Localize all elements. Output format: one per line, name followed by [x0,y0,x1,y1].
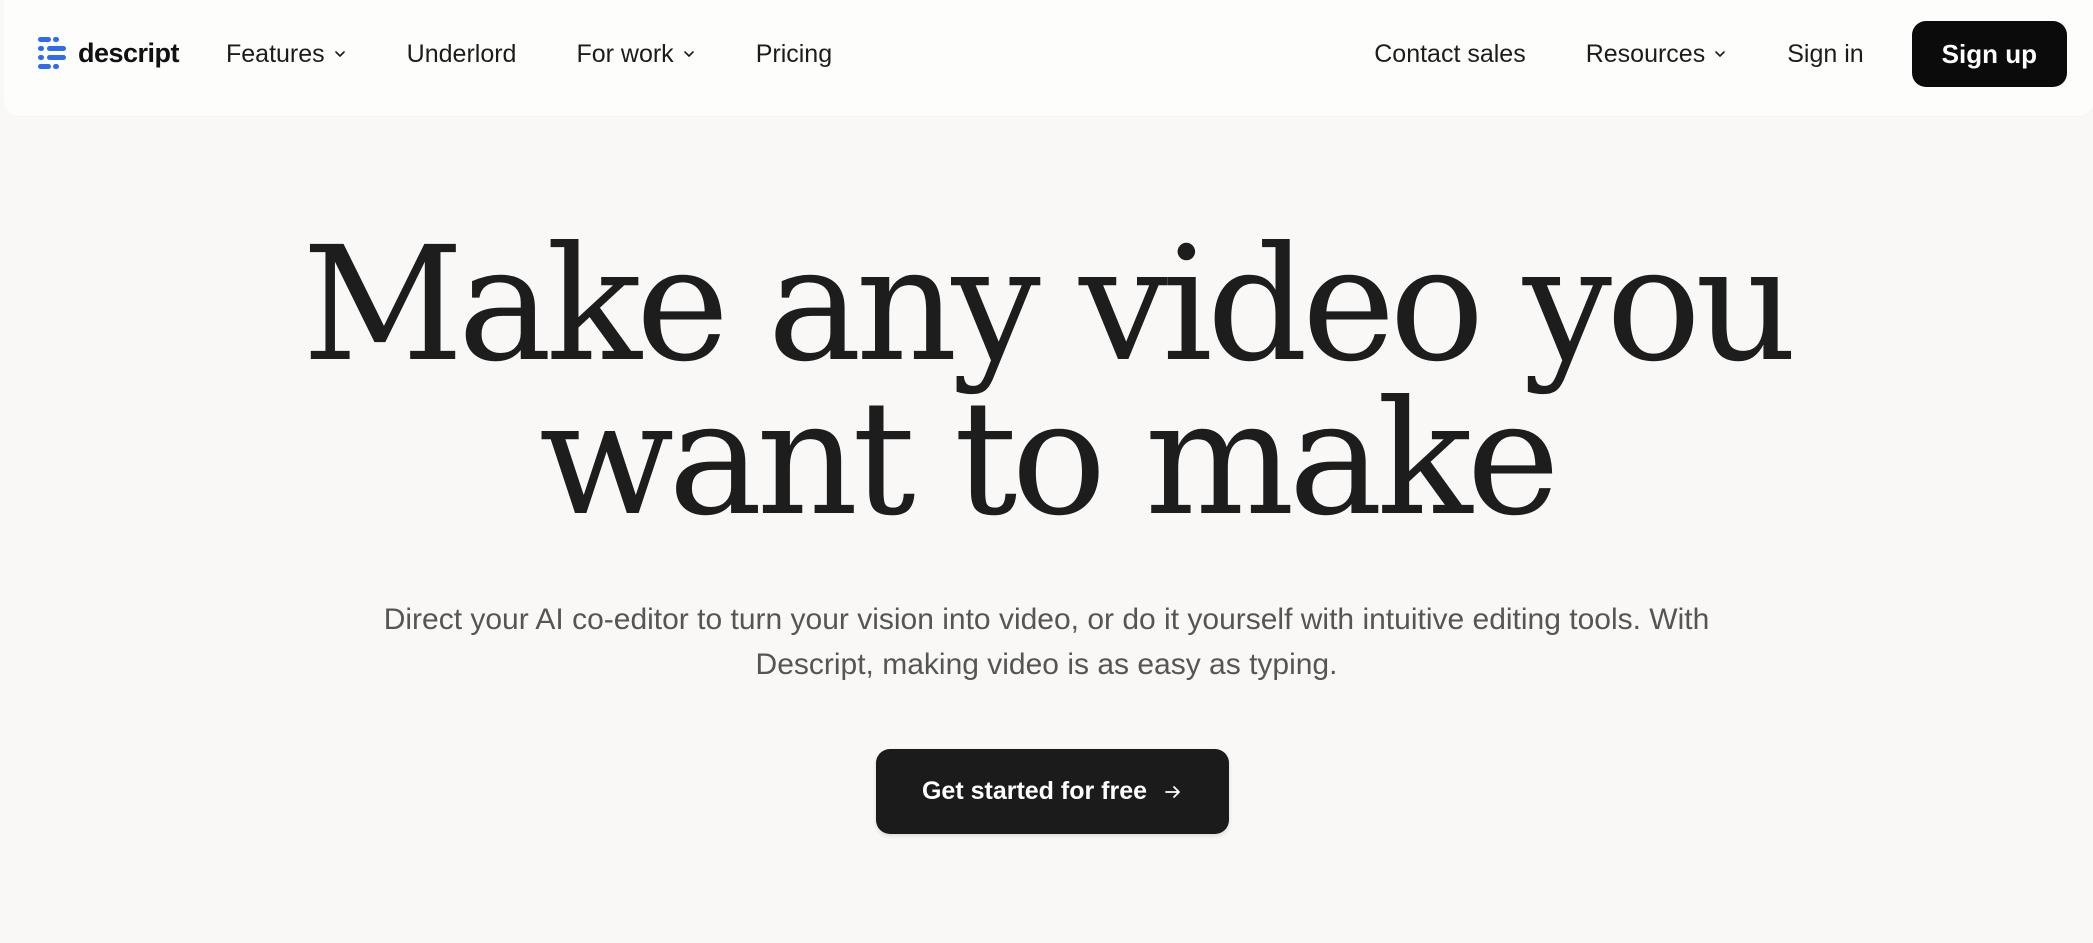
chevron-down-icon [334,51,345,57]
hero-subtitle-line-2: Descript, making video is as easy as typ… [755,648,1338,681]
chevron-down-icon [683,51,694,57]
hero-subtitle-line-1: Direct your AI co-editor to turn your vi… [383,603,1710,636]
nav-item-label: Features [226,39,325,68]
nav-item-label: Pricing [755,39,833,68]
nav-item-label: Sign in [1787,39,1864,68]
descript-logo-link[interactable]: descript [38,34,180,72]
get-started-label: Get started for free [921,777,1148,805]
nav-item-contact-sales[interactable]: Contact sales [1374,40,1525,69]
nav-item-label: Contact sales [1374,39,1526,68]
hero-title-line-2: want to make [538,367,1560,551]
nav-item-label: Resources [1585,39,1706,68]
nav-item-pricing[interactable]: Pricing [756,40,832,69]
nav-item-sign-in[interactable]: Sign in [1787,40,1863,69]
hero-subtitle: Direct your AI co-editor to turn your vi… [300,597,1793,687]
descript-logo-icon [38,37,66,69]
get-started-button[interactable]: Get started for free [876,749,1229,834]
hero-title-line-1: Make any video you [302,213,1797,397]
nav-item-label: Underlord [406,39,517,68]
nav-item-features[interactable]: Features [226,40,347,69]
primary-nav: Features Underlord For work Pricing [226,0,832,108]
brand-name: descript [78,37,180,68]
nav-item-underlord[interactable]: Underlord [407,40,517,69]
hero-title: Make any video you want to make [0,213,2093,551]
nav-item-label: For work [576,39,674,68]
chevron-down-icon [1715,51,1726,57]
nav-item-resources[interactable]: Resources [1586,40,1728,69]
arrow-right-icon [1165,785,1180,798]
secondary-nav: Contact sales Resources Sign in Sign up [1374,0,2067,108]
landing-page: descript Features Underlord For work Pri… [0,0,2093,943]
top-navigation: descript Features Underlord For work Pri… [4,0,2093,116]
sign-up-button[interactable]: Sign up [1911,21,2067,87]
nav-item-for-work[interactable]: For work [576,40,695,69]
